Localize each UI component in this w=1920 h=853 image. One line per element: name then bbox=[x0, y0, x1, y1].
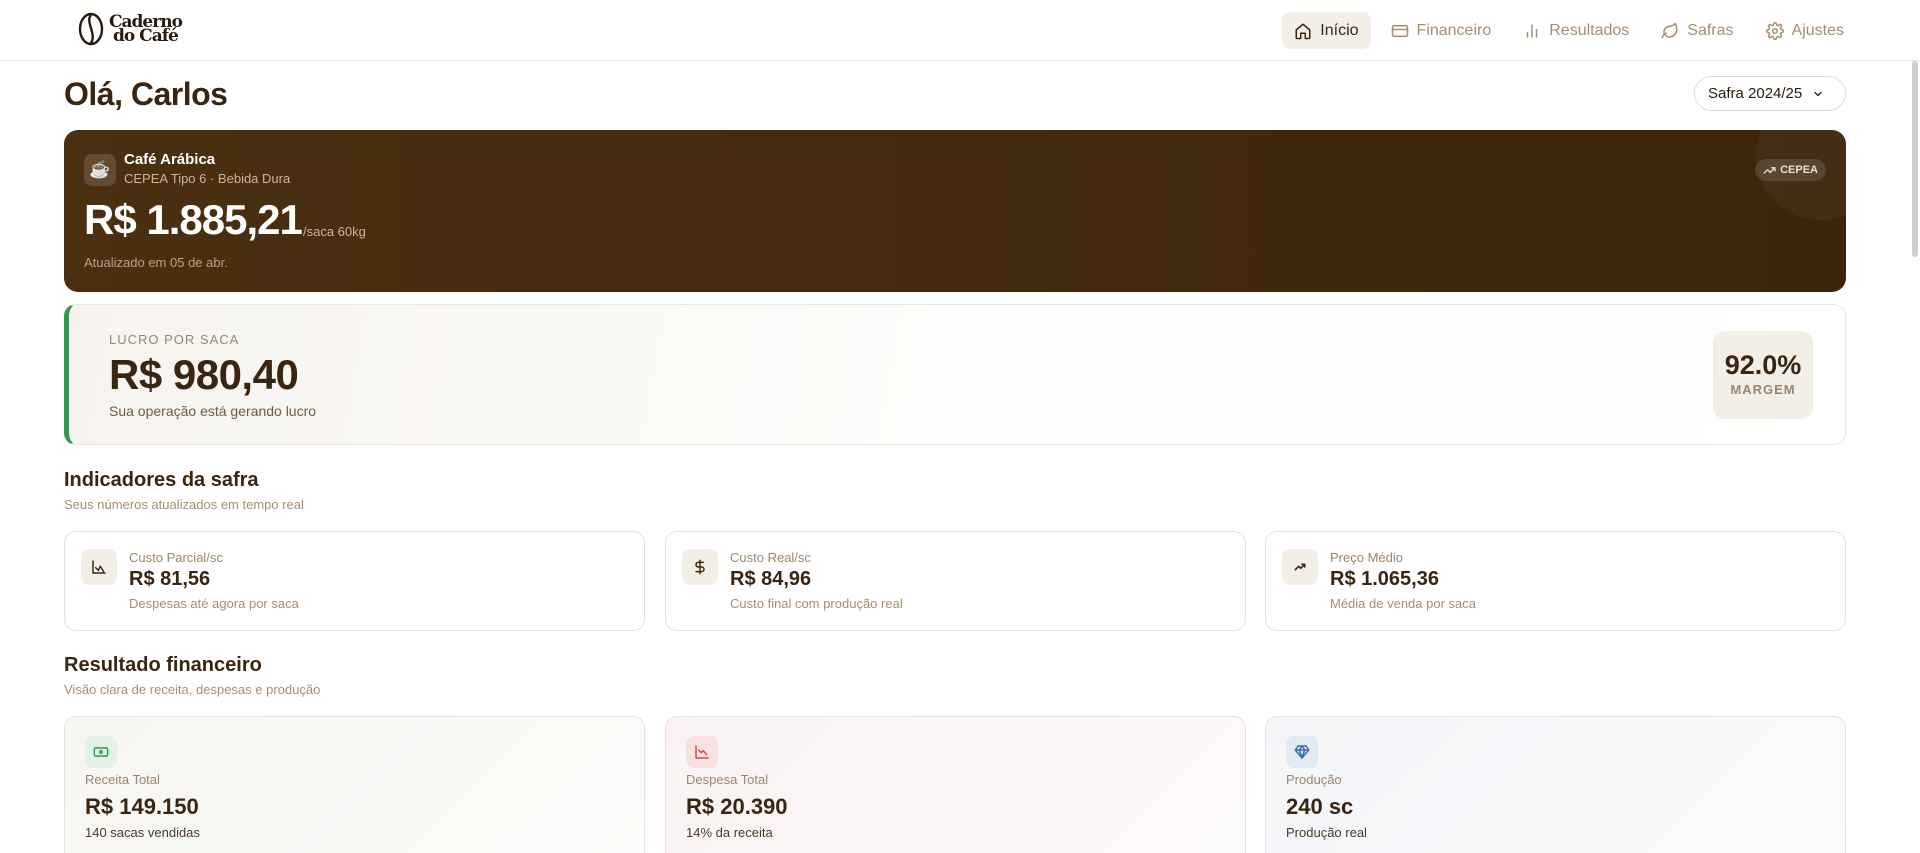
result-label: Produção bbox=[1286, 772, 1342, 787]
financial-section-subtitle: Visão clara de receita, despesas e produ… bbox=[64, 682, 321, 697]
nav-item-label: Safras bbox=[1687, 21, 1734, 39]
result-label: Receita Total bbox=[85, 772, 160, 787]
line-chart-icon bbox=[81, 549, 117, 585]
indicator-label: Custo Parcial/sc bbox=[129, 550, 223, 565]
nav-item-ajustes[interactable]: Ajustes bbox=[1754, 12, 1856, 49]
diamond-icon bbox=[1286, 736, 1318, 768]
chart-down-icon bbox=[686, 736, 718, 768]
indicator-card-preco-medio[interactable]: Preço Médio R$ 1.065,36 Média de venda p… bbox=[1265, 531, 1846, 631]
indicator-value: R$ 81,56 bbox=[129, 568, 211, 590]
indicators-section-title: Indicadores da safra bbox=[64, 469, 259, 491]
coffee-bean-logo-icon bbox=[78, 12, 104, 46]
main-nav: Início Financeiro Resultados Safras Ajus… bbox=[1282, 12, 1856, 49]
profit-label: LUCRO POR SACA bbox=[109, 332, 240, 347]
nav-item-label: Início bbox=[1320, 21, 1359, 39]
result-subtitle: 14% da receita bbox=[686, 825, 773, 840]
nav-item-label: Resultados bbox=[1549, 21, 1630, 39]
result-card-producao[interactable]: Produção 240 sc Produção real bbox=[1265, 716, 1846, 853]
gear-icon bbox=[1765, 21, 1784, 40]
top-navigation-bar: Caderno do Café Início Financeiro Result… bbox=[0, 0, 1920, 61]
indicator-value: R$ 1.065,36 bbox=[1330, 568, 1439, 590]
result-value: R$ 20.390 bbox=[686, 794, 788, 819]
nav-item-financeiro[interactable]: Financeiro bbox=[1379, 12, 1504, 49]
margin-value: 92.0% bbox=[1724, 350, 1802, 380]
coffee-subtitle: CEPEA Tipo 6 · Bebida Dura bbox=[124, 171, 291, 186]
trend-up-icon bbox=[1282, 549, 1318, 585]
coffee-price-value: R$ 1.885,21 bbox=[84, 196, 303, 243]
result-card-receita[interactable]: Receita Total R$ 149.150 140 sacas vendi… bbox=[64, 716, 645, 853]
chevron-down-icon bbox=[1814, 91, 1822, 96]
bar-chart-icon bbox=[1526, 23, 1538, 38]
indicators-section-subtitle: Seus números atualizados em tempo real bbox=[64, 497, 304, 512]
home-icon bbox=[1295, 23, 1311, 39]
result-subtitle: Produção real bbox=[1286, 825, 1367, 840]
dollar-icon bbox=[682, 549, 718, 585]
scrollbar-thumb[interactable] bbox=[1912, 61, 1918, 257]
margin-box: 92.0% MARGEM bbox=[1713, 331, 1813, 419]
coffee-price-card: ☕ Café Arábica CEPEA Tipo 6 · Bebida Dur… bbox=[64, 130, 1846, 292]
margin-label: MARGEM bbox=[1730, 382, 1796, 397]
indicator-value: R$ 84,96 bbox=[730, 568, 812, 590]
nav-item-inicio[interactable]: Início bbox=[1282, 12, 1371, 49]
nav-item-label: Financeiro bbox=[1416, 21, 1492, 39]
indicator-card-custo-parcial[interactable]: Custo Parcial/sc R$ 81,56 Despesas até a… bbox=[64, 531, 645, 631]
nav-item-label: Ajustes bbox=[1791, 21, 1844, 39]
result-card-despesa[interactable]: Despesa Total R$ 20.390 14% da receita bbox=[665, 716, 1246, 853]
result-label: Despesa Total bbox=[686, 772, 769, 787]
page-greeting: Olá, Carlos bbox=[64, 76, 228, 112]
brand-name: Caderno do Café bbox=[109, 14, 183, 46]
safra-select-value: Safra 2024/25 bbox=[1708, 85, 1803, 102]
card-icon bbox=[1391, 24, 1408, 37]
financial-section-title: Resultado financeiro bbox=[64, 654, 262, 676]
coffee-name: Café Arábica bbox=[124, 151, 216, 168]
nav-item-resultados[interactable]: Resultados bbox=[1511, 12, 1641, 49]
indicator-card-custo-real[interactable]: Custo Real/sc R$ 84,96 Custo final com p… bbox=[665, 531, 1246, 631]
safra-select[interactable]: Safra 2024/25 bbox=[1694, 76, 1846, 111]
coffee-price-unit: /saca 60kg bbox=[303, 224, 366, 239]
result-subtitle: 140 sacas vendidas bbox=[85, 825, 200, 840]
profit-value: R$ 980,40 bbox=[109, 351, 299, 398]
profit-per-bag-card: LUCRO POR SACA R$ 980,40 Sua operação es… bbox=[64, 304, 1846, 445]
trend-up-icon bbox=[1763, 166, 1776, 174]
price-updated-date: Atualizado em 05 de abr. bbox=[84, 255, 228, 270]
banknote-icon bbox=[85, 736, 117, 768]
nav-item-safras[interactable]: Safras bbox=[1649, 12, 1745, 49]
result-value: R$ 149.150 bbox=[85, 794, 199, 819]
indicator-subtitle: Custo final com produção real bbox=[730, 596, 903, 611]
indicator-label: Custo Real/sc bbox=[730, 550, 811, 565]
leaf-icon bbox=[1662, 22, 1678, 38]
brand-name-line2: do Café bbox=[113, 26, 179, 46]
cepea-badge: CEPEA bbox=[1755, 159, 1826, 181]
indicator-label: Preço Médio bbox=[1330, 550, 1403, 565]
indicator-subtitle: Média de venda por saca bbox=[1330, 596, 1476, 611]
indicator-subtitle: Despesas até agora por saca bbox=[129, 596, 299, 611]
page-scrollbar[interactable] bbox=[1908, 61, 1920, 853]
cepea-badge-label: CEPEA bbox=[1780, 164, 1818, 176]
result-value: 240 sc bbox=[1286, 794, 1354, 819]
profit-subtitle: Sua operação está gerando lucro bbox=[109, 403, 317, 419]
brand-logo[interactable]: Caderno do Café bbox=[76, 10, 183, 48]
coffee-cup-icon: ☕ bbox=[84, 154, 116, 186]
